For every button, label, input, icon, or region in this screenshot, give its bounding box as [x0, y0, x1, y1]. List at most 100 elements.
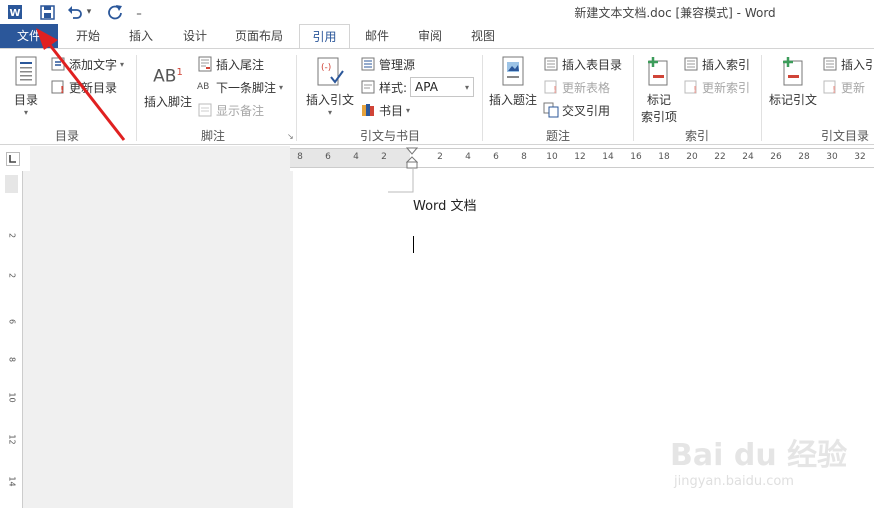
ruler-tick: 8 [7, 356, 17, 363]
insert-toa-label: 插入引 [841, 57, 874, 72]
update-table-label: 更新表格 [562, 80, 611, 95]
redo-icon[interactable] [106, 3, 124, 21]
insert-caption-icon [502, 56, 524, 86]
insert-citation-button[interactable]: (-) 插入引文 ▾ [302, 55, 358, 118]
mark-entry-button[interactable]: 标记 索引项 [638, 55, 680, 125]
undo-dropdown[interactable]: ▾ [84, 3, 94, 21]
group-divider [482, 55, 483, 141]
mark-entry-icon [648, 57, 668, 86]
tab-review[interactable]: 审阅 [406, 24, 454, 48]
ruler-tick: 24 [742, 152, 754, 162]
tab-selector[interactable] [0, 146, 30, 171]
ribbon-tabs: 文件 开始 插入 设计 页面布局 引用 邮件 审阅 视图 [0, 24, 874, 49]
save-icon[interactable] [38, 3, 56, 21]
insert-index-button[interactable]: 插入索引 [683, 55, 750, 73]
insert-caption-label: 插入题注 [488, 93, 537, 107]
left-tab-icon [9, 155, 16, 163]
update-toa-icon: ! [823, 80, 837, 95]
mark-entry-label-2: 索引项 [640, 110, 677, 124]
update-table-icon: ! [544, 80, 558, 95]
ruler-tick: 6 [493, 152, 499, 162]
window-title: 新建文本文档.doc [兼容模式] - Word [574, 6, 776, 20]
mark-citation-button[interactable]: 标记引文 [766, 55, 820, 108]
chevron-down-icon: ▾ [327, 108, 332, 117]
annotation-arrow-icon [36, 28, 126, 141]
insert-footnote-label: 插入脚注 [143, 95, 192, 109]
ruler-tick: 12 [7, 434, 17, 445]
update-index-button[interactable]: ! 更新索引 [683, 78, 750, 96]
group-divider [296, 55, 297, 141]
ruler-tick: 12 [574, 152, 586, 162]
group-label-toa: 引文目录 [820, 129, 869, 143]
svg-text:!: ! [832, 85, 837, 95]
ruler-tick: 2 [7, 232, 17, 239]
ruler-tick: 4 [353, 152, 359, 162]
update-index-label: 更新索引 [702, 80, 751, 95]
group-divider [761, 55, 762, 141]
tab-page-layout[interactable]: 页面布局 [224, 24, 294, 48]
horizontal-ruler[interactable]: 8 6 4 2 2 4 6 8 10 12 14 16 18 20 22 24 … [290, 147, 874, 169]
customize-qat-button[interactable]: ₌ [132, 3, 146, 21]
show-notes-button[interactable]: 显示备注 [197, 101, 264, 119]
ruler-tick: 20 [686, 152, 698, 162]
style-dropdown[interactable]: APA ▾ [410, 77, 475, 97]
tab-design[interactable]: 设计 [170, 24, 220, 48]
svg-text:!: ! [553, 85, 558, 95]
endnote-icon [198, 56, 212, 72]
bibliography-icon [362, 104, 374, 116]
insert-index-icon [684, 57, 698, 71]
insert-table-of-figures-label: 插入表目录 [562, 57, 623, 72]
insert-endnote-button[interactable]: 插入尾注 [197, 55, 264, 73]
ruler-tick: 22 [714, 152, 726, 162]
tab-references[interactable]: 引用 [299, 24, 350, 49]
watermark-brand: Bai du 经验 [670, 438, 848, 473]
undo-icon[interactable] [66, 3, 84, 21]
cross-reference-icon [543, 102, 559, 118]
chevron-down-icon: ▾ [279, 82, 284, 92]
manage-sources-button[interactable]: 管理源 [360, 55, 415, 73]
cross-reference-button[interactable]: 交叉引用 [543, 101, 610, 119]
vertical-ruler[interactable]: 2 2 6 8 10 12 14 [0, 171, 23, 508]
footnote-icon: AB1 [153, 66, 183, 87]
ruler-tick: 18 [658, 152, 670, 162]
mark-citation-icon [783, 57, 803, 86]
chevron-down-icon: ▾ [406, 105, 411, 115]
show-notes-icon [198, 103, 212, 117]
manage-sources-label: 管理源 [379, 57, 416, 72]
tab-view[interactable]: 视图 [458, 24, 508, 48]
manage-sources-icon [361, 57, 375, 71]
ruler-tick: 4 [465, 152, 471, 162]
title-bar: W ▾ ₌ 新建文本文档.doc [兼容模式] - Word [0, 0, 874, 24]
style-selector: 样式: APA ▾ [360, 77, 475, 97]
insert-footnote-button[interactable]: AB1 插入脚注 [142, 55, 194, 110]
group-divider [136, 55, 137, 141]
ruler-margin-top [5, 175, 18, 193]
ruler-tick: 14 [7, 476, 17, 487]
insert-toa-button[interactable]: 插入引 [822, 55, 874, 73]
insert-caption-button[interactable]: 插入题注 [487, 55, 539, 108]
ruler-tick: 10 [7, 392, 17, 403]
update-toa-button[interactable]: ! 更新 [822, 78, 865, 96]
dialog-launcher-icon[interactable]: ↘ [287, 132, 294, 141]
next-footnote-icon: AB [197, 82, 210, 92]
insert-table-of-figures-button[interactable]: 插入表目录 [543, 55, 622, 73]
update-table-button[interactable]: ! 更新表格 [543, 78, 610, 96]
document-text[interactable]: Word 文档 [413, 195, 477, 214]
insert-citation-label: 插入引文 [305, 93, 354, 107]
ruler-tick: 6 [325, 152, 331, 162]
indent-marker-icon[interactable] [406, 147, 418, 169]
ruler-tick: 26 [770, 152, 782, 162]
ribbon: 目录 ▾ 添加文字 ▾ ! 更新目录 目录 AB1 插入脚注 插入尾注 AB 下一… [0, 48, 874, 145]
ruler-tick: 32 [854, 152, 866, 162]
ruler-tick: 10 [546, 152, 558, 162]
bibliography-button[interactable]: 书目 ▾ [360, 101, 410, 119]
cross-reference-label: 交叉引用 [562, 103, 611, 118]
word-icon[interactable]: W [6, 3, 24, 21]
insert-endnote-label: 插入尾注 [216, 57, 265, 72]
ruler-tick: 2 [381, 152, 387, 162]
canvas-background [23, 171, 293, 508]
svg-text:!: ! [693, 85, 698, 95]
next-footnote-button[interactable]: AB 下一条脚注 ▾ [197, 78, 283, 96]
mark-citation-label: 标记引文 [768, 93, 817, 107]
tab-mailings[interactable]: 邮件 [354, 24, 400, 48]
